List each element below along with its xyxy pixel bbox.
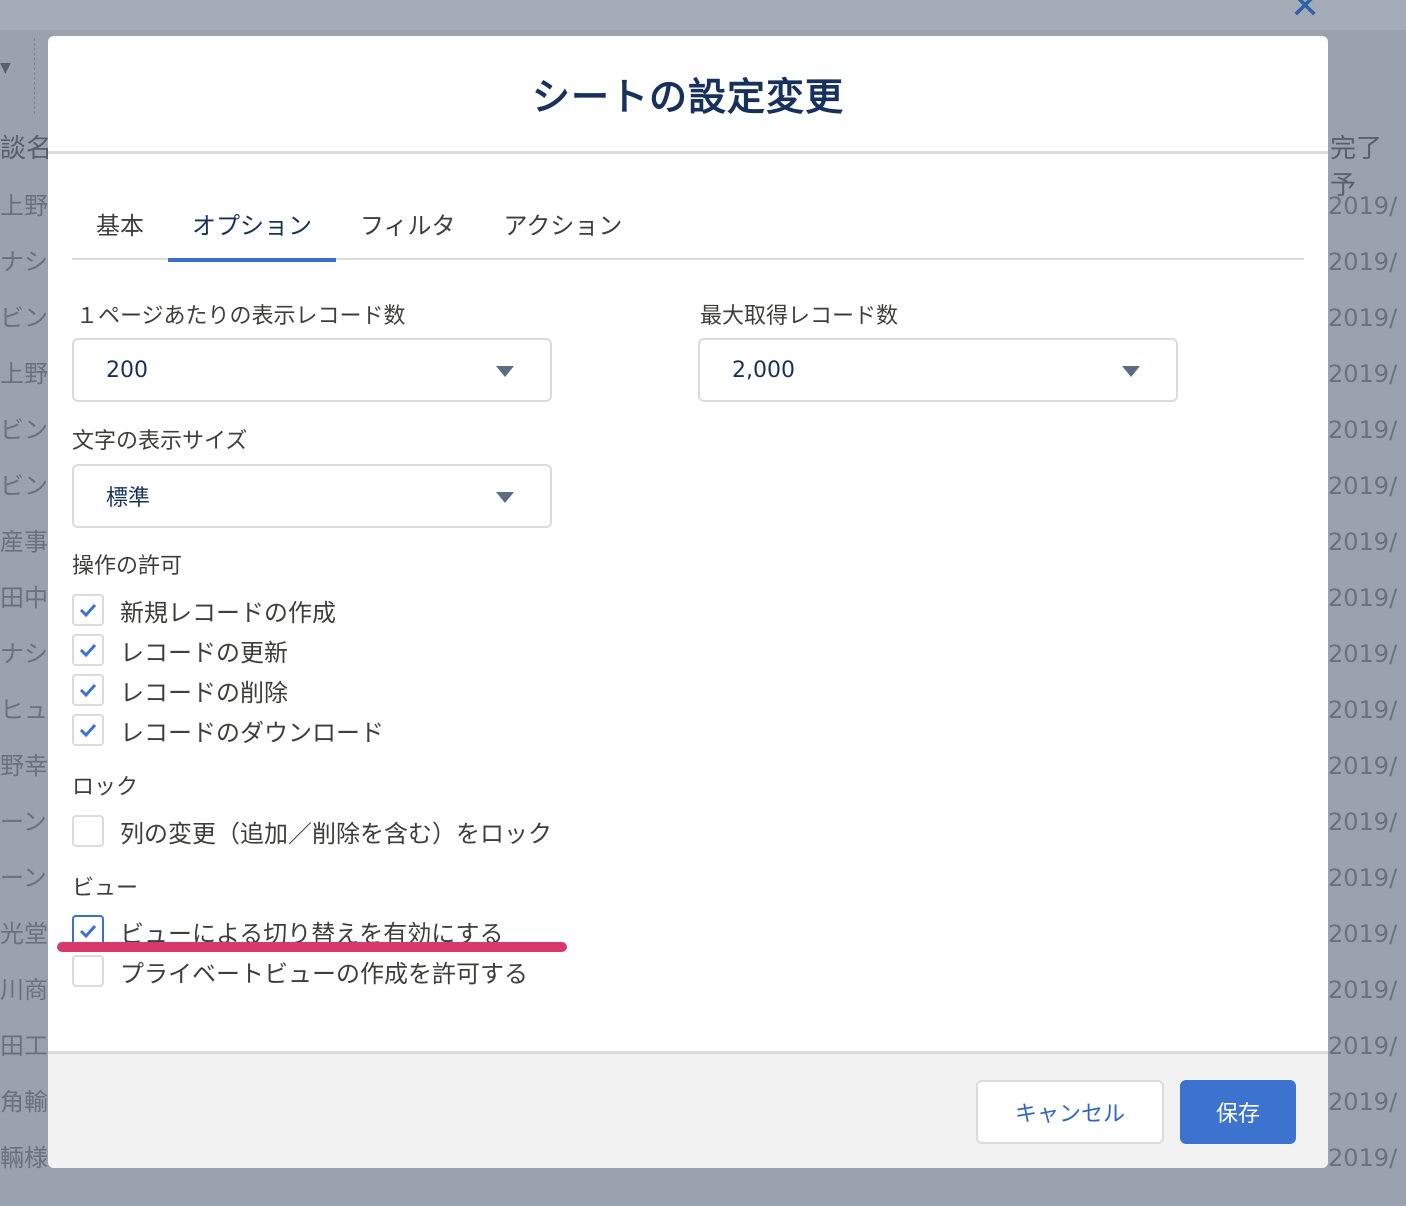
font-size-value: 標準	[106, 486, 151, 511]
background-header-bar	[0, 0, 1406, 30]
background-left-column: 上野 ナシ ビン 上野 ビン ビン 産事 田中 ナシ ヒュ 野幸 ーン ーン 光堂 川商 田工 角輸 輛様	[0, 188, 48, 1196]
records-per-page-select[interactable]: 200	[72, 338, 552, 402]
background-table-cell: 2019/	[1328, 360, 1398, 388]
chevron-down-icon	[496, 366, 514, 377]
records-per-page-label: １ページあたりの表示レコード数	[76, 304, 406, 329]
checkbox[interactable]	[72, 955, 104, 987]
max-records-label: 最大取得レコード数	[700, 304, 899, 329]
cancel-button[interactable]: キャンセル	[976, 1080, 1164, 1144]
background-table-cell: 2019/	[1328, 920, 1398, 948]
background-table-cell: 2019/	[1328, 584, 1398, 612]
lock-section-label: ロック	[72, 775, 139, 800]
checkbox-label: レコードの更新	[120, 638, 288, 667]
background-table-cell: ビン	[0, 416, 48, 444]
background-table-cell: ビン	[0, 304, 48, 332]
background-table-cell: 2019/	[1328, 1088, 1398, 1116]
max-records-value: 2,000	[732, 357, 795, 383]
checkbox-lock-columns[interactable]: 列の変更（追加／削除を含む）をロック	[72, 813, 552, 849]
background-table-cell: 川商	[0, 976, 48, 1004]
tab-options[interactable]: オプション	[168, 186, 336, 262]
checkbox-update-record[interactable]: レコードの更新	[72, 632, 288, 668]
tab-bar: 基本 オプション フィルタ アクション	[72, 186, 1304, 262]
view-section-label: ビュー	[72, 876, 139, 901]
background-table-cell: ナシ	[0, 248, 48, 276]
checkbox-label: レコードのダウンロード	[120, 718, 384, 747]
background-chevron-down-icon: ▼	[0, 60, 11, 76]
checkbox-label: プライベートビューの作成を許可する	[120, 959, 528, 988]
background-table-cell: ーン	[0, 864, 47, 892]
chevron-down-icon	[1122, 366, 1140, 377]
background-right-column: 2019/2019/2019/2019/2019/2019/2019/2019/…	[1328, 188, 1406, 1196]
tab-filter[interactable]: フィルタ	[336, 186, 480, 260]
background-table-cell: 2019/	[1328, 1032, 1398, 1060]
checkmark-icon	[79, 683, 97, 697]
checkbox-delete-record[interactable]: レコードの削除	[72, 672, 288, 708]
tab-basic[interactable]: 基本	[72, 186, 168, 260]
modal-header: シートの設定変更	[48, 36, 1328, 154]
tab-action[interactable]: アクション	[480, 186, 647, 260]
background-table-cell: 上野	[0, 192, 48, 220]
background-table-cell: 2019/	[1328, 1144, 1398, 1172]
checkbox[interactable]	[72, 674, 104, 706]
background-table-cell: 2019/	[1328, 248, 1398, 276]
checkbox[interactable]	[72, 634, 104, 666]
background-table-cell: ヒュ	[0, 696, 48, 724]
font-size-select[interactable]: 標準	[72, 464, 552, 528]
checkbox[interactable]	[72, 815, 104, 847]
background-table-cell: 2019/	[1328, 976, 1398, 1004]
highlight-underline-annotation	[57, 942, 567, 952]
sheet-settings-modal: シートの設定変更 基本 オプション フィルタ アクション １ページあたりの表示レ…	[48, 36, 1328, 1168]
background-table-cell: ビン	[0, 472, 48, 500]
modal-title: シートの設定変更	[531, 75, 844, 119]
checkbox[interactable]	[72, 594, 104, 626]
background-column-header-left: 談名	[0, 134, 53, 164]
background-divider	[34, 38, 35, 114]
background-table-cell: 田工	[0, 1032, 48, 1060]
checkmark-icon	[79, 723, 97, 737]
background-table-cell: 2019/	[1328, 640, 1398, 668]
permissions-section-label: 操作の許可	[72, 554, 183, 579]
checkbox-label: 列の変更（追加／削除を含む）をロック	[120, 819, 552, 848]
background-table-cell: 2019/	[1328, 528, 1398, 556]
checkbox-allow-private-view[interactable]: プライベートビューの作成を許可する	[72, 953, 528, 989]
background-table-cell: 2019/	[1328, 864, 1398, 892]
background-table-cell: 2019/	[1328, 192, 1398, 220]
save-button[interactable]: 保存	[1180, 1080, 1296, 1144]
checkmark-icon	[79, 603, 97, 617]
background-table-cell: 2019/	[1328, 808, 1398, 836]
checkmark-icon	[79, 643, 97, 657]
background-table-cell: 2019/	[1328, 696, 1398, 724]
font-size-label: 文字の表示サイズ	[72, 429, 248, 454]
checkbox-download-record[interactable]: レコードのダウンロード	[72, 712, 384, 748]
background-table-cell: 2019/	[1328, 304, 1398, 332]
background-table-cell: 2019/	[1328, 472, 1398, 500]
background-table-cell: 光堂	[0, 920, 48, 948]
background-table-cell: 角輸	[0, 1088, 48, 1116]
chevron-down-icon	[496, 492, 514, 503]
checkbox-create-record[interactable]: 新規レコードの作成	[72, 592, 336, 628]
background-table-cell: 2019/	[1328, 752, 1398, 780]
checkmark-icon	[79, 924, 97, 938]
background-close-icon: ✕	[1290, 0, 1321, 27]
background-table-cell: ーン	[0, 808, 47, 836]
checkbox-label: 新規レコードの作成	[120, 598, 336, 627]
checkbox[interactable]	[72, 714, 104, 746]
records-per-page-value: 200	[106, 357, 148, 383]
background-table-cell: ナシ	[0, 640, 48, 668]
background-table-cell: 上野	[0, 360, 48, 388]
background-table-cell: 2019/	[1328, 416, 1398, 444]
background-table-cell: 田中	[0, 584, 48, 612]
max-records-select[interactable]: 2,000	[698, 338, 1178, 402]
background-table-cell: 輛様	[0, 1144, 48, 1172]
background-table-cell: 産事	[0, 528, 48, 556]
checkbox-label: レコードの削除	[120, 678, 288, 707]
background-table-cell: 野幸	[0, 752, 48, 780]
